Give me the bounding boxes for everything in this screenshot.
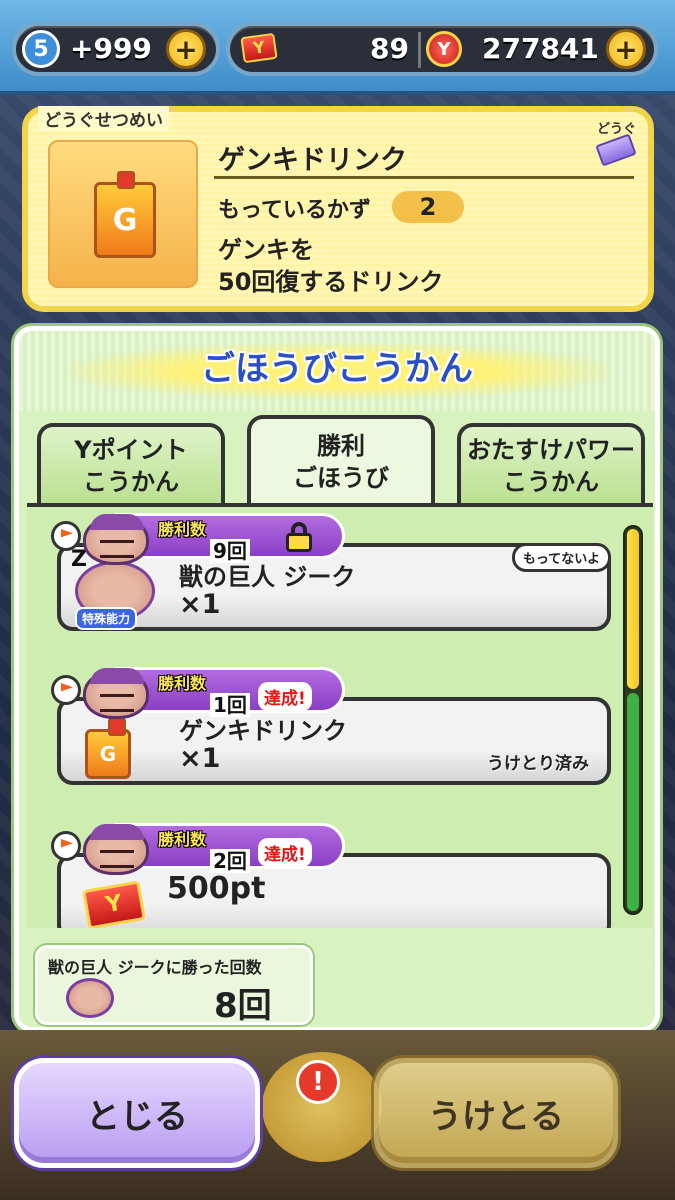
reward-name: ゲンキドリンク <box>179 717 347 745</box>
reward-name: 獣の巨人 ジーク <box>179 563 356 591</box>
reward-name: 500pt <box>167 871 266 906</box>
stamina-level-badge: 5 <box>22 30 60 68</box>
win-count-value: 8回 <box>214 986 272 1026</box>
wins-label: 勝利数 <box>158 830 207 849</box>
item-description-text: ゲンキを 50回復するドリンク <box>218 236 444 296</box>
receive-button[interactable]: うけとる <box>374 1058 618 1168</box>
alert-badge: ! <box>296 1060 340 1104</box>
zeke-face-icon <box>83 514 149 565</box>
add-money-button[interactable]: + <box>606 29 646 69</box>
reward-exchange-panel: ごほうびこうかん Yポイント こうかん 勝利 ごほうび おたすけパワー こうかん… <box>14 326 660 1032</box>
wins-required: 1回 <box>210 689 250 718</box>
name-underline <box>214 176 634 179</box>
achieved-badge: 達成! <box>258 838 312 867</box>
lock-icon <box>286 522 312 552</box>
item-description-panel: どうぐせつめい G ゲンキドリンク もっているかず 2 ゲンキを 50回復するド… <box>22 106 654 312</box>
panel-title: ごほうびこうかん <box>201 349 473 389</box>
wins-label: 勝利数 <box>158 674 207 693</box>
item-description-header: どうぐせつめい <box>38 106 169 131</box>
flag-icon <box>51 675 81 705</box>
tab-ypoint-exchange[interactable]: Yポイント こうかん <box>37 423 225 505</box>
scrollbar[interactable] <box>623 525 643 915</box>
item-category-label: どうぐ <box>596 122 636 137</box>
ycard-icon: Y <box>240 32 278 64</box>
owned-count-badge: 2 <box>392 191 464 223</box>
zeke-face-icon <box>83 824 149 875</box>
special-ability-tag: 特殊能力 <box>75 607 138 630</box>
stamina-value: +999 <box>70 32 152 65</box>
wins-label: 勝利数 <box>158 520 207 539</box>
tab-victory-reward[interactable]: 勝利 ごほうび <box>247 415 435 505</box>
win-count-label: 獣の巨人 ジークに勝った回数 <box>48 958 262 977</box>
wins-required: 2回 <box>210 845 250 874</box>
ycard-count: 89 <box>370 32 409 65</box>
currency-pill: Y 89 Y 277841 + <box>226 22 658 76</box>
achieved-badge: 達成! <box>258 682 312 711</box>
close-button[interactable]: とじる <box>14 1058 260 1168</box>
wins-requirement-tag: 勝利数 1回 達成! <box>115 667 345 717</box>
flag-icon <box>51 831 81 861</box>
genki-drink-icon: G <box>85 718 131 779</box>
reward-list[interactable]: Z 特殊能力 獣の巨人 ジーク ×1 勝利数 9回 もってないよ G ゲンキドリ… <box>27 503 653 928</box>
tab-assist-power-exchange[interactable]: おたすけパワー こうかん <box>457 423 645 505</box>
not-owned-badge: もってないよ <box>511 543 611 572</box>
ypoint-card-icon: Y <box>81 880 147 928</box>
list-item[interactable]: Z 特殊能力 獣の巨人 ジーク ×1 勝利数 9回 もってないよ <box>51 513 611 631</box>
win-count-box: 獣の巨人 ジークに勝った回数 8回 <box>35 945 313 1026</box>
money-value: 277841 <box>482 32 599 65</box>
list-item[interactable]: Y 500pt 勝利数 2回 達成! <box>51 823 611 928</box>
divider <box>418 32 421 68</box>
scroll-thumb[interactable] <box>627 529 639 689</box>
wins-required: 9回 <box>210 535 250 564</box>
received-label: うけとり済み <box>487 754 589 774</box>
title-band: ごほうびこうかん <box>19 331 655 411</box>
zeke-face-icon <box>83 668 149 719</box>
reward-qty: ×1 <box>179 589 221 620</box>
genki-drink-icon: G <box>94 171 156 258</box>
wins-requirement-tag: 勝利数 9回 <box>115 513 345 563</box>
stamina-pill: 5 +999 + <box>12 22 220 76</box>
list-item[interactable]: G ゲンキドリンク ×1 うけとり済み 勝利数 1回 達成! <box>51 667 611 785</box>
flag-icon <box>51 521 81 551</box>
ymoney-icon: Y <box>426 31 462 67</box>
zeke-face-icon <box>66 978 114 1018</box>
owned-count-label: もっているかず <box>218 198 371 223</box>
item-image-box: G <box>48 140 198 288</box>
item-category-tag: どうぐ <box>595 118 638 167</box>
item-name: ゲンキドリンク <box>218 145 407 176</box>
add-stamina-button[interactable]: + <box>166 29 206 69</box>
wins-requirement-tag: 勝利数 2回 達成! <box>115 823 345 873</box>
top-status-bar: 5 +999 + Y 89 Y 277841 + <box>0 0 675 95</box>
reward-qty: ×1 <box>179 743 221 774</box>
